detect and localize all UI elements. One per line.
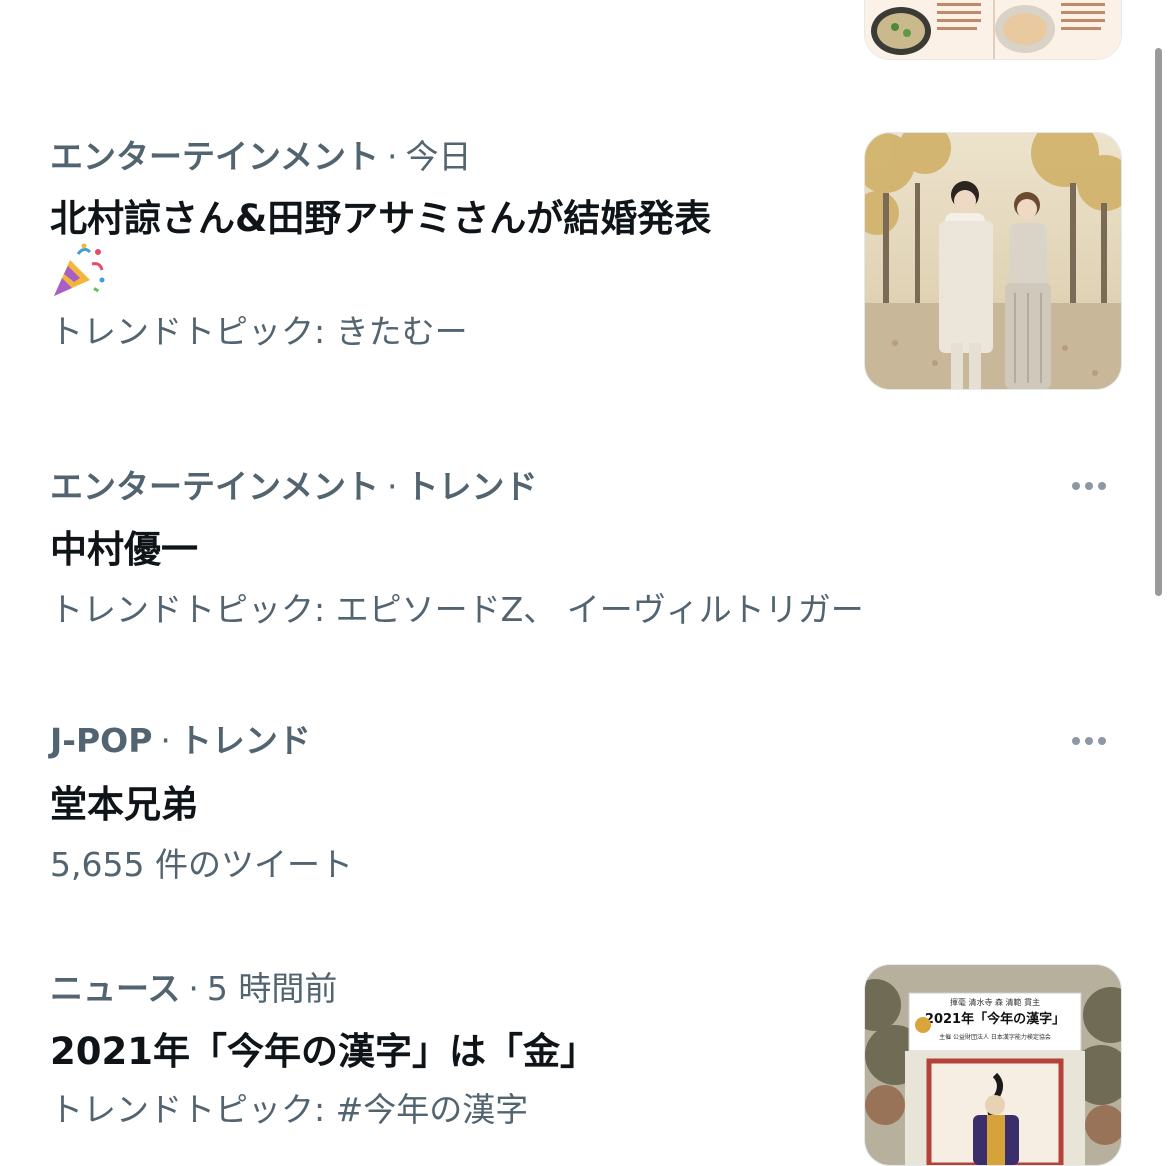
trend-meta: ニュース · 5 時間前: [50, 969, 338, 1008]
trend-headline: 堂本兄弟: [50, 783, 198, 826]
party-popper-icon: [54, 243, 105, 296]
more-options-icon[interactable]: [1072, 482, 1106, 490]
trend-headline: 2021年「今年の漢字」は「金」: [50, 1030, 597, 1073]
trend-category: ニュース: [50, 969, 181, 1008]
trend-meta: エンターテインメント · トレンド: [50, 467, 538, 506]
trend-category: エンターテインメント: [50, 137, 380, 176]
trend-subtitle: トレンドトピック: #今年の漢字: [50, 1090, 529, 1129]
couple-photo: [865, 133, 1121, 389]
kanji-ceremony-photo: 揮毫 清水寺 森 清範 貫主 2021年「今年の漢字」 主催 公益財団法人 日本…: [865, 965, 1121, 1165]
trend-thumbnail[interactable]: 揮毫 清水寺 森 清範 貫主 2021年「今年の漢字」 主催 公益財団法人 日本…: [864, 964, 1122, 1166]
trend-headline: 中村優一: [50, 528, 198, 571]
trend-context: トレンド: [178, 721, 311, 760]
sign-title: 2021年「今年の漢字」: [925, 1011, 1065, 1027]
sign-bottom-line: 主催 公益財団法人 日本漢字能力検定協会: [939, 1033, 1051, 1041]
trends-feed: エンターテインメント · 今日 北村諒さん&田野アサミさんが結婚発表 トレンドトピッ…: [0, 0, 1170, 1166]
trend-meta: エンターテインメント · 今日: [50, 137, 472, 176]
trend-context: 5 時間前: [206, 969, 338, 1008]
scrollbar[interactable]: [1155, 48, 1162, 596]
trend-headline: 北村諒さん&田野アサミさんが結婚発表: [50, 197, 712, 240]
trend-category: J-POP: [50, 721, 153, 760]
trend-subtitle: 5,655 件のツイート: [50, 845, 353, 884]
trend-category: エンターテインメント: [50, 467, 380, 506]
more-options-icon[interactable]: [1072, 737, 1106, 745]
previous-item-thumbnail[interactable]: [864, 0, 1122, 60]
trend-subtitle: トレンドトピック: きたむー: [50, 312, 468, 351]
trend-meta: J-POP · トレンド: [50, 721, 311, 760]
sign-top-line: 揮毫 清水寺 森 清範 貫主: [950, 997, 1040, 1007]
trend-context: トレンド: [405, 467, 538, 506]
trend-subtitle: トレンドトピック: エピソードZ、 イーヴィルトリガー: [50, 590, 864, 629]
trend-thumbnail[interactable]: [864, 132, 1122, 390]
trend-context: 今日: [405, 137, 472, 176]
